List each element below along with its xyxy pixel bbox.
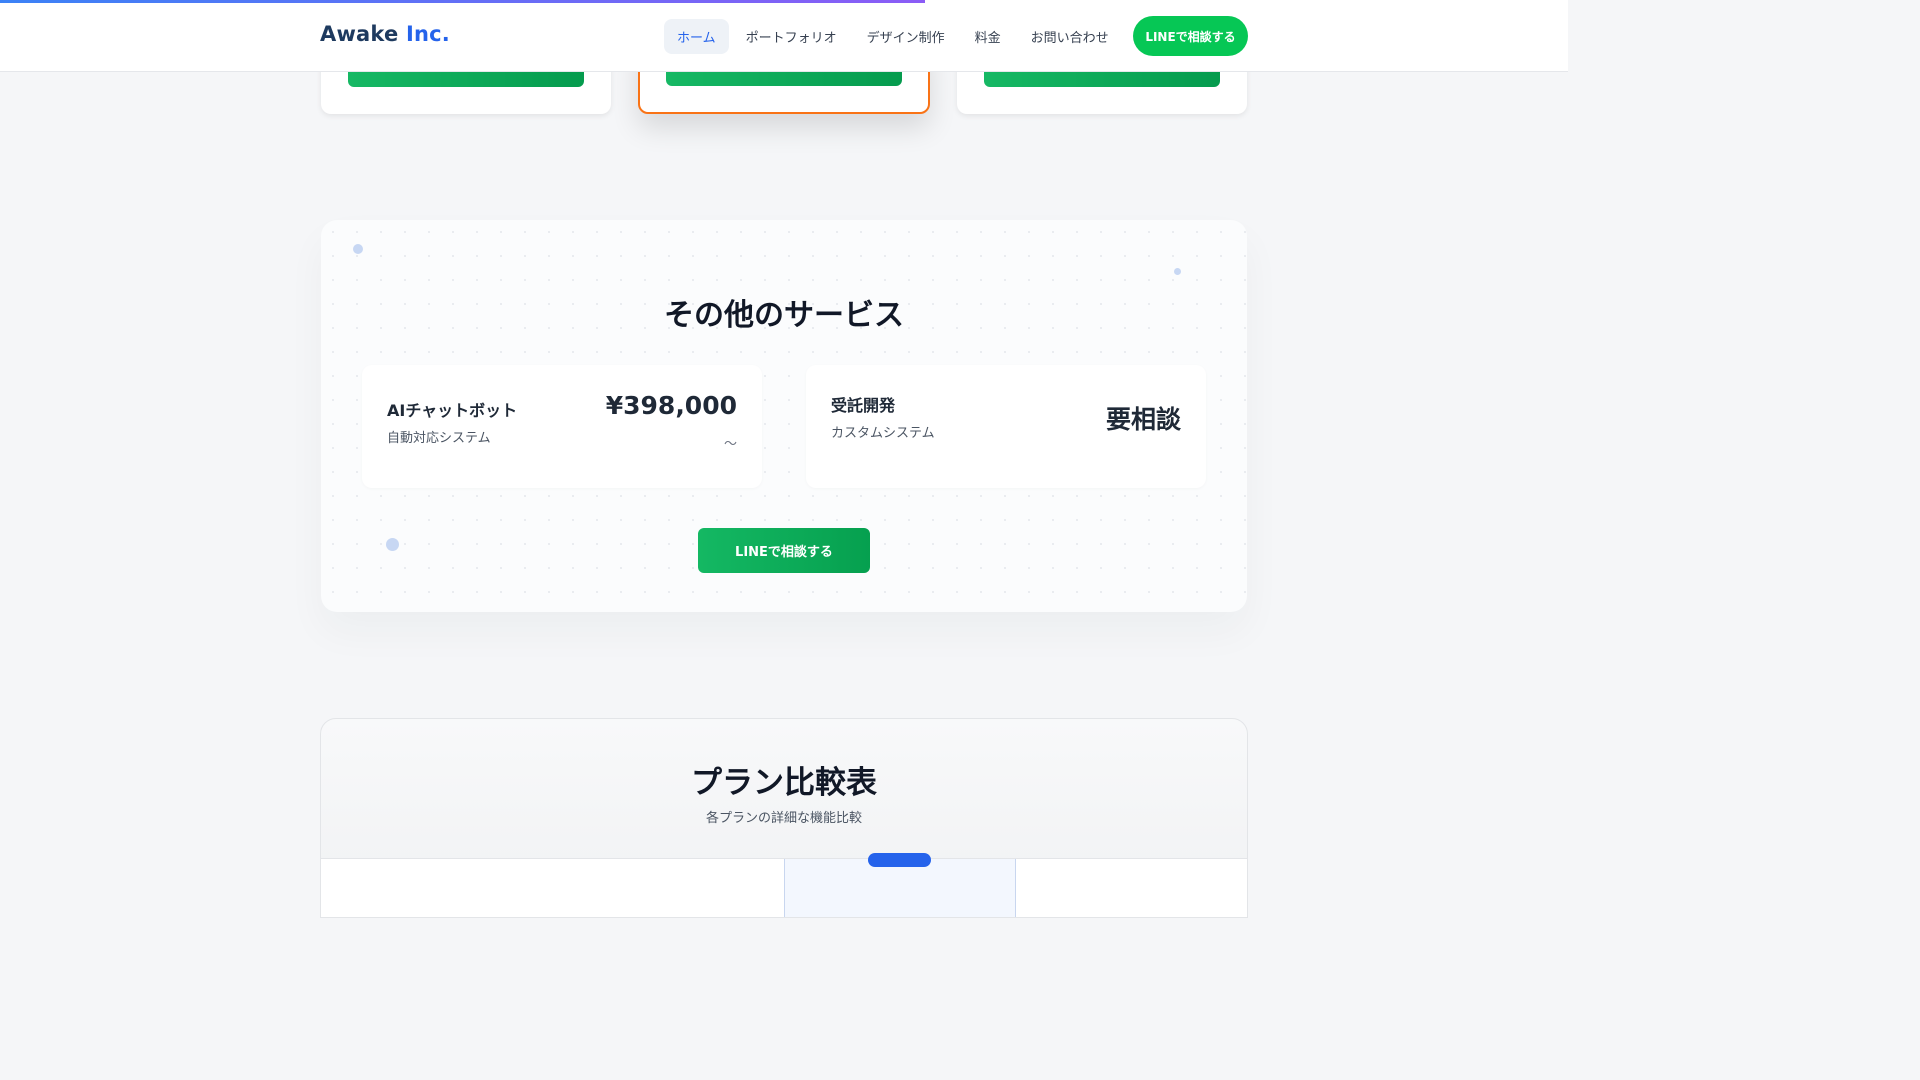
- nav-item-pricing[interactable]: 料金: [962, 19, 1014, 54]
- service-name: 受託開発: [831, 396, 896, 415]
- nav-item-contact[interactable]: お問い合わせ: [1018, 19, 1122, 54]
- service-price: 要相談: [1105, 405, 1181, 434]
- service-price-suffix: 〜: [723, 437, 737, 452]
- decor-dot: [386, 538, 399, 551]
- logo-main: Awake: [320, 22, 399, 46]
- nav-item-design[interactable]: デザイン制作: [854, 19, 958, 54]
- decor-dot: [353, 244, 363, 254]
- line-consult-button[interactable]: LINEで相談する: [1133, 16, 1248, 56]
- service-description: 自動対応システム: [387, 431, 491, 446]
- comparison-title: プラン比較表: [691, 765, 877, 801]
- scroll-progress-fill: [0, 0, 926, 3]
- line-consult-button[interactable]: LINEで相談する: [698, 528, 870, 573]
- nav-item-home[interactable]: ホーム: [664, 19, 729, 54]
- decor-dot: [1174, 268, 1181, 275]
- service-name: AIチャットボット: [387, 401, 518, 420]
- scroll-progress-bar: [0, 0, 1568, 3]
- service-price: ¥398,000: [605, 391, 737, 420]
- service-card-ai-chatbot: AIチャットボット 自動対応システム ¥398,000 〜: [362, 365, 762, 488]
- other-services-section: その他のサービス AIチャットボット 自動対応システム ¥398,000 〜 受…: [321, 220, 1247, 612]
- main-nav: ホーム ポートフォリオ デザイン制作 料金 お問い合わせ: [664, 19, 1122, 54]
- comparison-featured-column: [784, 859, 1016, 917]
- site-header: Awake Inc. ホーム ポートフォリオ デザイン制作 料金 お問い合わせ …: [0, 0, 1568, 72]
- plan-comparison-section: プラン比較表 各プランの詳細な機能比較: [320, 718, 1248, 918]
- logo-suffix: Inc.: [405, 22, 450, 46]
- comparison-subtitle: 各プランの詳細な機能比較: [705, 811, 862, 826]
- service-description: カスタムシステム: [831, 426, 935, 441]
- site-logo[interactable]: Awake Inc.: [320, 22, 450, 46]
- recommended-badge: [868, 853, 931, 867]
- service-card-custom-dev: 受託開発 カスタムシステム 要相談: [806, 365, 1206, 488]
- comparison-table: [321, 853, 1247, 917]
- services-title: その他のサービス: [664, 298, 904, 333]
- nav-item-portfolio[interactable]: ポートフォリオ: [733, 19, 850, 54]
